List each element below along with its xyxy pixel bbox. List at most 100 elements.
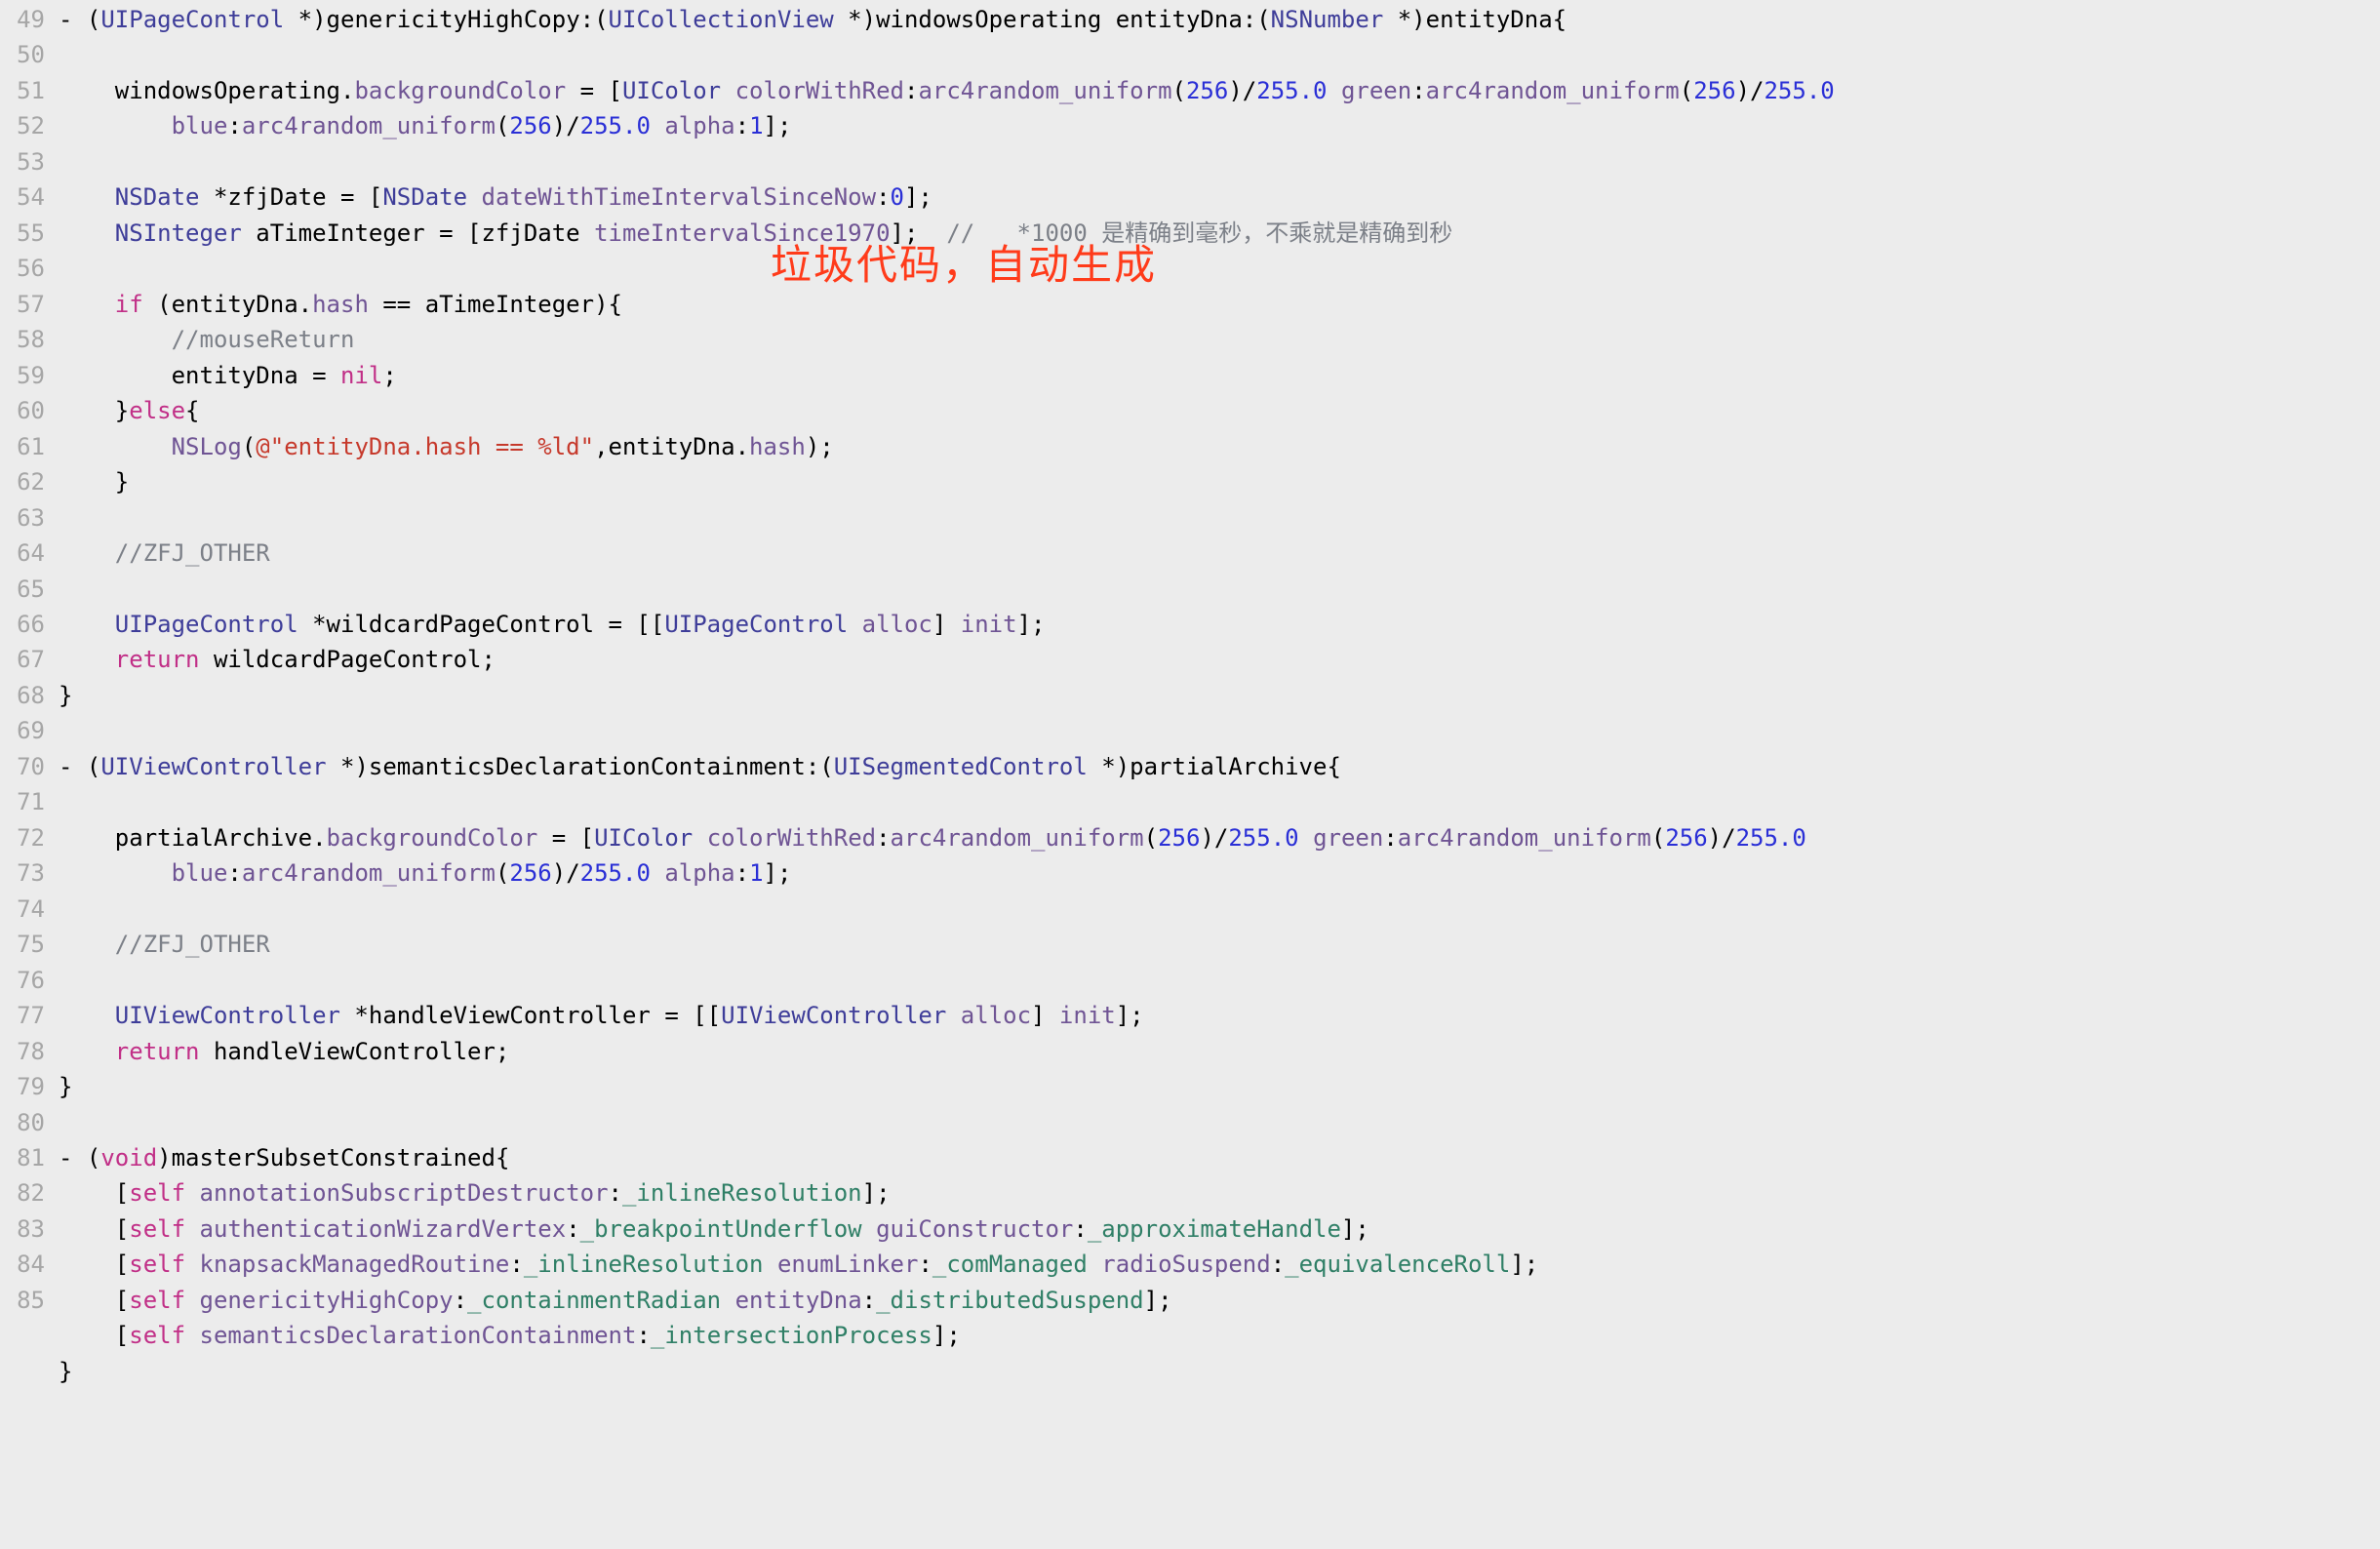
code-line[interactable]: NSDate *zfjDate = [NSDate dateWithTimeIn…: [59, 179, 2380, 215]
line-number: 74: [0, 892, 49, 927]
token-prop: alpha: [664, 859, 734, 887]
token-num: 255.0: [580, 112, 651, 139]
line-number: 55: [0, 216, 49, 251]
code-line[interactable]: [self authenticationWizardVertex:_breakp…: [59, 1211, 2380, 1247]
code-line[interactable]: UIPageControl *wildcardPageControl = [[U…: [59, 607, 2380, 642]
code-line[interactable]: return handleViewController;: [59, 1034, 2380, 1069]
token-plain: windowsOperating.: [59, 77, 354, 104]
code-line[interactable]: [59, 1105, 2380, 1140]
line-number: 63: [0, 500, 49, 536]
code-line[interactable]: }: [59, 1354, 2380, 1389]
token-type: UIViewController: [115, 1002, 340, 1029]
code-line[interactable]: entityDna = nil;: [59, 358, 2380, 393]
token-prop: alloc: [862, 611, 932, 638]
token-plain: :: [876, 183, 890, 211]
code-line[interactable]: [59, 572, 2380, 607]
code-line[interactable]: [59, 144, 2380, 179]
line-number: 69: [0, 713, 49, 748]
token-plain: [651, 112, 664, 139]
token-plain: [721, 1287, 734, 1314]
token-plain: = [: [566, 77, 622, 104]
token-com: //ZFJ_OTHER: [115, 539, 270, 567]
code-line[interactable]: [59, 892, 2380, 927]
line-number: 54: [0, 179, 49, 215]
code-line[interactable]: //ZFJ_OTHER: [59, 536, 2380, 571]
token-plain: :: [918, 1251, 932, 1278]
code-line[interactable]: windowsOperating.backgroundColor = [UICo…: [59, 73, 2380, 108]
code-line[interactable]: }: [59, 678, 2380, 713]
token-plain: [59, 539, 115, 567]
code-line[interactable]: [self semanticsDeclarationContainment:_i…: [59, 1318, 2380, 1353]
code-line[interactable]: [59, 784, 2380, 819]
code-line[interactable]: - (UIViewController *)semanticsDeclarati…: [59, 749, 2380, 784]
token-plain: *)windowsOperating entityDna:(: [834, 6, 1271, 33]
token-plain: }: [59, 1358, 72, 1385]
token-plain: *zfjDate = [: [200, 183, 383, 211]
code-line[interactable]: //mouseReturn: [59, 322, 2380, 357]
line-number: 52: [0, 108, 49, 143]
token-num: 0: [891, 183, 904, 211]
code-line[interactable]: }: [59, 464, 2380, 499]
token-prop: entityDna: [735, 1287, 862, 1314]
code-area[interactable]: - ( UIPageControl *)genericityHighCopy:( U…: [59, 2, 2380, 1389]
code-line[interactable]: [59, 963, 2380, 998]
code-line[interactable]: blue:arc4random_uniform(256)/255.0 alpha…: [59, 108, 2380, 143]
token-type: UISegmentedControl: [834, 753, 1088, 780]
code-line[interactable]: NSLog(@"entityDna.hash == %ld",entityDna…: [59, 429, 2380, 464]
code-line[interactable]: [59, 251, 2380, 286]
token-plain: :: [862, 1287, 876, 1314]
code-line[interactable]: [59, 500, 2380, 536]
token-plain: (: [1651, 824, 1665, 852]
code-line[interactable]: - (void)masterSubsetConstrained{: [59, 1140, 2380, 1175]
token-type: UIPageControl: [115, 611, 298, 638]
token-ident: _comManaged: [932, 1251, 1088, 1278]
token-plain: *)genericityHighCopy:(: [284, 6, 608, 33]
code-line[interactable]: return wildcardPageControl;: [59, 642, 2380, 677]
token-prop: green: [1313, 824, 1383, 852]
code-line[interactable]: }: [59, 1069, 2380, 1104]
code-editor[interactable]: 4950515253545556575859606162636465666768…: [0, 2, 2380, 1389]
token-type: UIPageControl: [664, 611, 848, 638]
code-line[interactable]: UIViewController *handleViewController =…: [59, 998, 2380, 1033]
token-plain: [185, 1322, 199, 1349]
token-plain: (: [1172, 77, 1186, 104]
token-num: 255.0: [1736, 824, 1806, 852]
code-line[interactable]: [self knapsackManagedRoutine:_inlineReso…: [59, 1247, 2380, 1282]
line-number: 78: [0, 1034, 49, 1069]
line-number: 85: [0, 1283, 49, 1318]
code-line[interactable]: partialArchive.backgroundColor = [UIColo…: [59, 820, 2380, 855]
token-plain: (: [1680, 77, 1693, 104]
code-line[interactable]: NSInteger aTimeInteger = [zfjDate timeIn…: [59, 216, 2380, 251]
token-kw: self: [129, 1179, 185, 1207]
token-plain: [1835, 77, 1848, 104]
line-number: 58: [0, 322, 49, 357]
code-line[interactable]: if (entityDna.hash == aTimeInteger){: [59, 287, 2380, 322]
token-plain: == aTimeInteger){: [369, 291, 622, 318]
token-num: 256: [509, 859, 551, 887]
code-line[interactable]: //ZFJ_OTHER: [59, 927, 2380, 962]
line-number: 71: [0, 784, 49, 819]
token-prop: hash: [749, 433, 806, 460]
token-prop: arc4random_uniform: [918, 77, 1171, 104]
code-line[interactable]: [self genericityHighCopy:_containmentRad…: [59, 1283, 2380, 1318]
token-plain: - (: [59, 753, 100, 780]
token-plain: )/: [552, 859, 580, 887]
line-number: 60: [0, 393, 49, 428]
token-plain: (: [242, 433, 256, 460]
token-plain: partialArchive.: [59, 824, 327, 852]
token-plain: *wildcardPageControl = [[: [298, 611, 665, 638]
token-plain: :: [1073, 1215, 1087, 1243]
code-line[interactable]: }else{: [59, 393, 2380, 428]
code-line[interactable]: blue:arc4random_uniform(256)/255.0 alpha…: [59, 855, 2380, 891]
code-line[interactable]: - (UIPageControl *)genericityHighCopy:(U…: [59, 2, 2380, 37]
code-line[interactable]: [59, 713, 2380, 748]
code-line[interactable]: [59, 37, 2380, 72]
token-prop: arc4random_uniform: [242, 112, 496, 139]
token-plain: }: [59, 1073, 72, 1100]
token-prop: enumLinker: [777, 1251, 919, 1278]
token-prop: blue: [172, 859, 228, 887]
token-kw: self: [129, 1251, 185, 1278]
token-num: 256: [1665, 824, 1707, 852]
token-prop: hash: [312, 291, 369, 318]
code-line[interactable]: [self annotationSubscriptDestructor:_inl…: [59, 1175, 2380, 1211]
